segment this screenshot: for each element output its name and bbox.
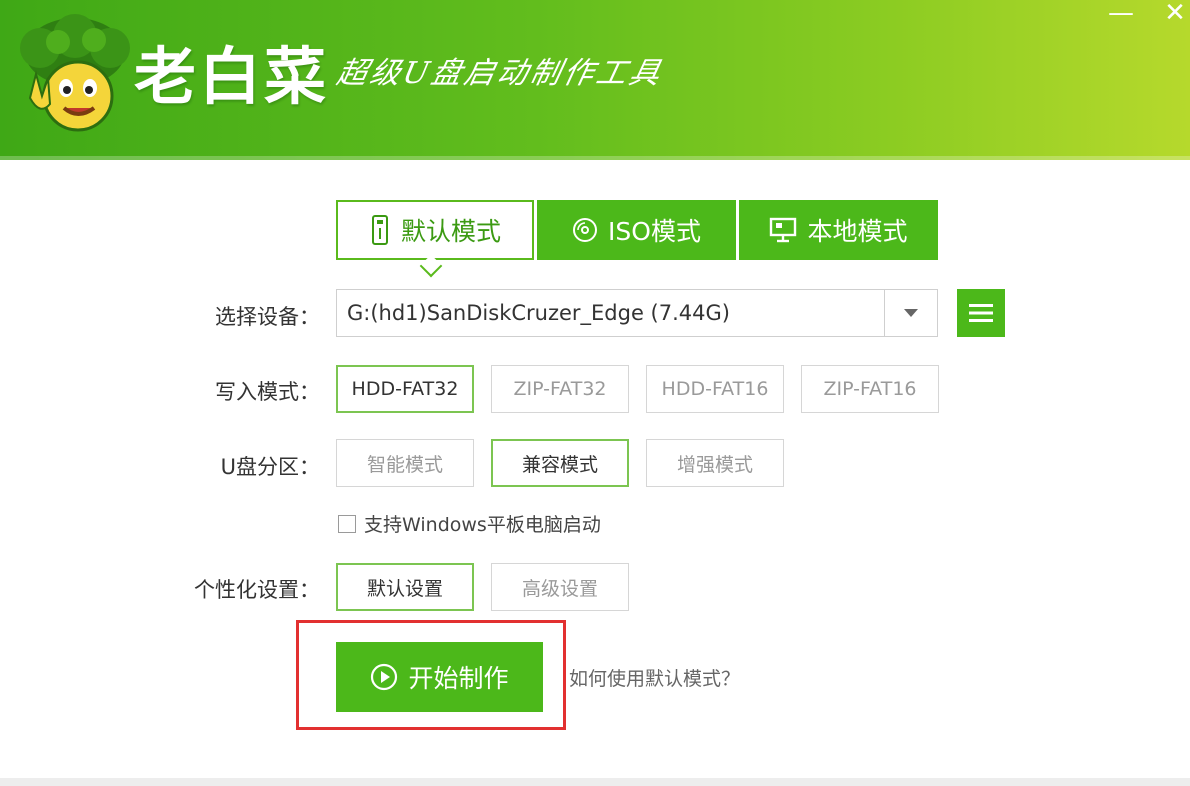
close-button[interactable]: ✕ [1158,0,1190,26]
device-select-value: G:(hd1)SanDiskCruzer_Edge (7.44G) [347,301,730,325]
partition-smart-mode[interactable]: 智能模式 [336,439,474,487]
tab-label: 默认模式 [400,217,501,246]
partition-label: U盘分区： [220,455,320,479]
tablet-boot-label: 支持Windows平板电脑启动 [364,514,601,536]
minimize-button[interactable]: — [1104,0,1138,26]
start-button-label: 开始制作 [408,664,509,693]
partition-enhanced-mode[interactable]: 增强模式 [646,439,784,487]
app-title: 老白菜 [134,40,330,113]
device-menu-button[interactable] [957,289,1005,337]
hamburger-menu-icon [969,304,993,322]
bottom-divider [0,778,1190,786]
write-mode-zip-fat16[interactable]: ZIP-FAT16 [801,365,939,413]
personalize-label: 个性化设置： [194,578,320,602]
personalize-default-settings[interactable]: 默认设置 [336,563,474,611]
tab-label: ISO模式 [608,217,701,246]
write-mode-hdd-fat16[interactable]: HDD-FAT16 [646,365,784,413]
app-header: 老白菜 超级U盘启动制作工具 — ✕ [0,0,1190,160]
monitor-icon [770,217,797,243]
chevron-down-icon [904,309,918,317]
partition-compatible-mode[interactable]: 兼容模式 [491,439,629,487]
write-mode-zip-fat32[interactable]: ZIP-FAT32 [491,365,629,413]
tab-iso-mode[interactable]: ISO模式 [537,200,736,260]
disc-icon [573,218,598,242]
write-mode-label: 写入模式： [215,380,320,404]
tablet-boot-option[interactable]: 支持Windows平板电脑启动 [338,510,601,537]
broccoli-mascot-logo [20,14,130,132]
help-link[interactable]: 如何使用默认模式？ [569,664,740,691]
start-making-button[interactable]: 开始制作 [336,642,543,712]
device-select[interactable]: G:(hd1)SanDiskCruzer_Edge (7.44G) [336,289,938,337]
personalize-advanced-settings[interactable]: 高级设置 [491,563,629,611]
usb-icon [371,215,388,245]
tab-default-mode[interactable]: 默认模式 [336,200,534,260]
play-circle-icon [371,663,398,691]
write-mode-hdd-fat32[interactable]: HDD-FAT32 [336,365,474,413]
tab-local-mode[interactable]: 本地模式 [739,200,938,260]
tablet-boot-checkbox[interactable] [338,514,356,533]
device-dropdown-button[interactable] [884,290,937,336]
device-label: 选择设备： [215,305,320,329]
app-slogan: 超级U盘启动制作工具 [333,56,667,91]
tab-label: 本地模式 [807,217,908,246]
